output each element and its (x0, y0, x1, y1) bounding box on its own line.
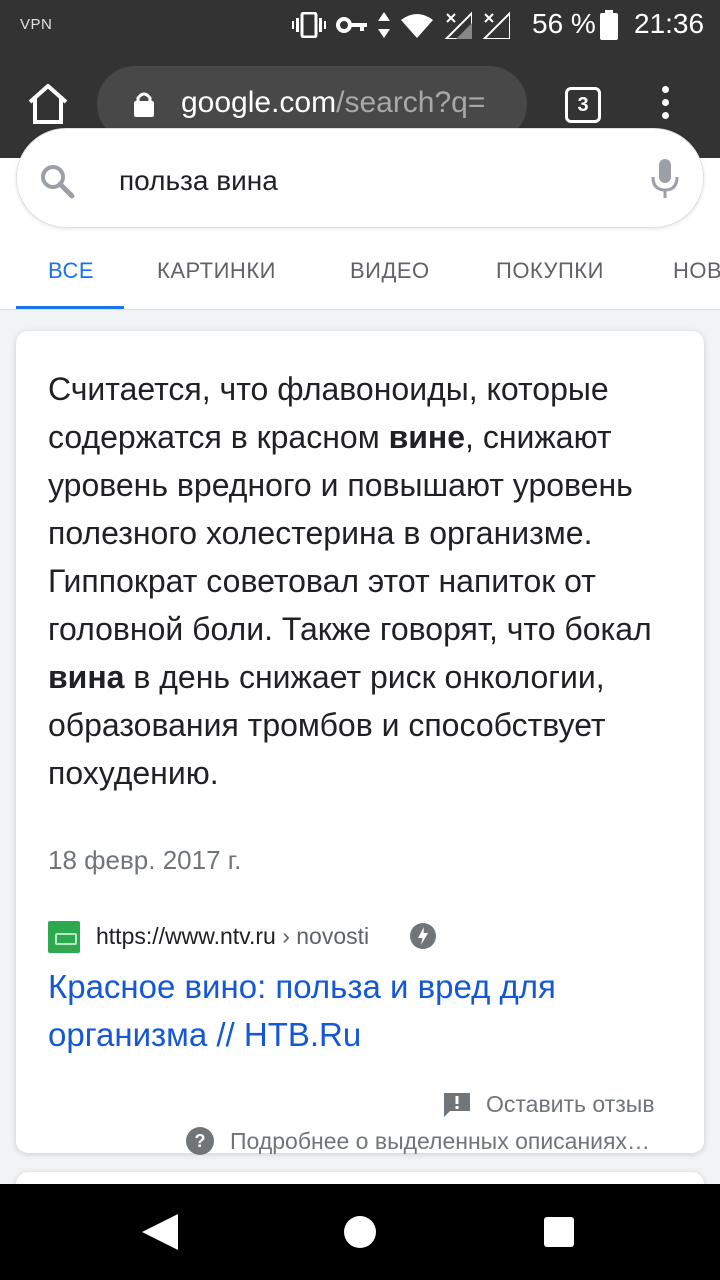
url-path: /search?q= (336, 86, 486, 119)
about-snippets-label: Подробнее о выделенных описаниях… (230, 1127, 650, 1154)
url-text: google.com/search?q= (181, 86, 485, 120)
svg-text:?: ? (195, 1131, 206, 1151)
feedback-link[interactable]: Оставить отзыв (444, 1091, 655, 1118)
result-url-host: https://www.ntv.ru (96, 923, 276, 949)
recent-apps-button[interactable] (544, 1217, 574, 1247)
tab-videos[interactable]: ВИДЕО (350, 258, 430, 284)
snippet-highlight: вина (48, 659, 125, 695)
snippet-highlight: вине (388, 419, 466, 455)
feedback-icon (444, 1092, 470, 1117)
tab-all[interactable]: ВСЕ (48, 258, 94, 284)
result-url-path: › novosti (275, 923, 370, 949)
microphone-icon[interactable] (649, 159, 681, 199)
snippet-part: в день снижает риск онкологии, образован… (48, 659, 606, 791)
search-tabs: ВСЕ КАРТИНКИ ВИДЕО ПОКУПКИ НОВ (0, 254, 720, 310)
tab-news[interactable]: НОВ (673, 258, 720, 284)
clock: 21:36 (634, 8, 705, 39)
help-icon: ? (186, 1127, 214, 1155)
status-icons (292, 10, 510, 40)
home-icon[interactable] (24, 80, 72, 128)
snippet-text: Считается, что флавоноиды, которые содер… (48, 365, 678, 797)
site-favicon (48, 921, 80, 953)
featured-snippet-card: Считается, что флавоноиды, которые содер… (16, 331, 704, 1155)
snippet-date: 18 февр. 2017 г. (48, 845, 242, 875)
search-icon[interactable] (39, 163, 75, 199)
signal-off-icon (444, 11, 472, 39)
wifi-icon (401, 14, 433, 38)
amp-lightning-icon (410, 923, 436, 949)
search-input[interactable] (119, 165, 619, 197)
overflow-menu-icon[interactable] (655, 86, 675, 126)
battery-icon (600, 10, 618, 40)
data-arrows-icon (378, 12, 390, 38)
search-box[interactable] (16, 128, 704, 228)
signal-off-icon (482, 11, 510, 39)
home-button[interactable] (344, 1216, 376, 1248)
active-tab-indicator (16, 306, 124, 309)
vpn-indicator: VPN (20, 16, 53, 33)
url-host: google.com (181, 86, 337, 119)
result-title-link[interactable]: Красное вино: польза и вред для организм… (48, 963, 668, 1059)
search-header: ВСЕ КАРТИНКИ ВИДЕО ПОКУПКИ НОВ (0, 128, 720, 310)
android-nav-bar (0, 1184, 720, 1280)
tab-images[interactable]: КАРТИНКИ (157, 258, 276, 284)
lock-icon (134, 92, 154, 117)
about-snippets-link[interactable]: ? Подробнее о выделенных описаниях… (186, 1127, 650, 1155)
back-icon[interactable] (140, 1214, 180, 1250)
vibrate-icon (292, 12, 326, 38)
status-bar: VPN 56 % 21:36 (0, 0, 720, 50)
battery-percent: 56 % (532, 8, 596, 39)
tab-switcher-button[interactable]: 3 (565, 87, 601, 123)
tab-shopping[interactable]: ПОКУПКИ (496, 258, 604, 284)
feedback-label: Оставить отзыв (486, 1091, 655, 1117)
result-url[interactable]: https://www.ntv.ru › novosti (96, 923, 369, 950)
key-icon (336, 17, 367, 33)
